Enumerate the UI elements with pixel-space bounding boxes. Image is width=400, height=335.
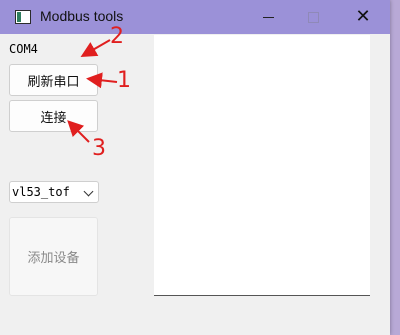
- annotation-number-2: 2: [110, 24, 124, 49]
- close-icon: ✕: [355, 6, 371, 27]
- connect-button[interactable]: 连接: [9, 100, 98, 132]
- device-select-value: vl53_tof: [12, 185, 70, 199]
- device-select[interactable]: vl53_tof: [9, 181, 99, 203]
- app-window: Modbus tools ✕ COM4 刷新串口 连接 vl53_tof 添加设…: [0, 0, 390, 335]
- title-bar[interactable]: Modbus tools ✕: [0, 0, 390, 34]
- minimize-icon: [262, 16, 274, 18]
- close-button[interactable]: ✕: [340, 0, 386, 34]
- annotation-number-3: 3: [92, 136, 106, 161]
- port-name-field[interactable]: COM4: [9, 39, 99, 59]
- minimize-button[interactable]: [245, 0, 291, 34]
- app-icon: [15, 10, 31, 24]
- chevron-down-icon: [83, 186, 94, 197]
- window-title: Modbus tools: [40, 8, 124, 24]
- maximize-button[interactable]: [290, 0, 336, 34]
- add-device-button[interactable]: 添加设备: [9, 217, 98, 296]
- maximize-icon: [307, 11, 319, 23]
- refresh-port-button[interactable]: 刷新串口: [9, 64, 98, 96]
- content-panel: [154, 35, 370, 296]
- annotation-number-1: 1: [117, 68, 131, 93]
